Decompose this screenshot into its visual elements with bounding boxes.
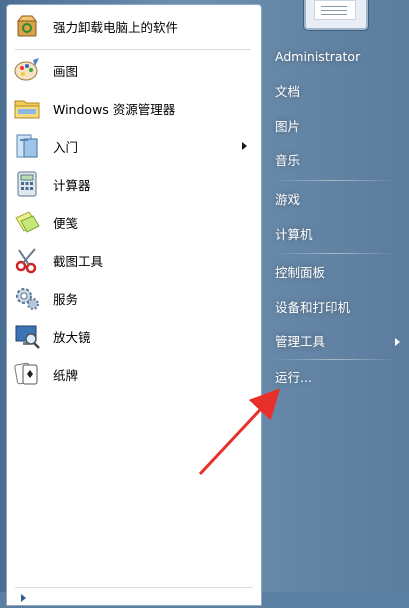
program-label: 纸牌 (53, 367, 79, 383)
places-panel: Administrator 文档 图片 音乐 游戏 计算机 控制面板 设备和打印… (262, 0, 409, 592)
menu-item-music[interactable]: 音乐 (268, 148, 409, 174)
menu-item-admin-tools[interactable]: 管理工具 (268, 329, 409, 355)
paint-palette-icon (14, 58, 39, 81)
menu-item-administrator[interactable]: Administrator (268, 44, 409, 70)
program-paint[interactable]: 画图 (11, 55, 255, 85)
program-getting-started[interactable]: 入门 (11, 131, 255, 161)
start-menu: 强力卸载电脑上的软件 画图 Windows 资源管理器 入门 计算器 便笺 截图… (0, 0, 409, 606)
program-label: 服务 (53, 291, 79, 307)
program-solitaire[interactable]: 纸牌 (11, 359, 255, 389)
program-label: 画图 (53, 63, 79, 79)
expand-arrow-icon (21, 594, 26, 602)
solitaire-cards-icon (14, 362, 38, 385)
menu-item-control-panel[interactable]: 控制面板 (268, 260, 409, 286)
submenu-arrow-icon (395, 338, 400, 346)
services-gears-icon (16, 288, 39, 310)
menu-separator (272, 253, 398, 254)
program-uninstaller[interactable]: 强力卸载电脑上的软件 (11, 11, 255, 41)
program-explorer[interactable]: Windows 资源管理器 (11, 93, 255, 123)
user-picture[interactable] (304, 0, 368, 30)
sticky-notes-icon (15, 211, 40, 233)
snipping-tool-icon (15, 248, 37, 274)
menu-separator (272, 359, 398, 360)
programs-panel: 强力卸载电脑上的软件 画图 Windows 资源管理器 入门 计算器 便笺 截图… (6, 4, 262, 606)
program-services[interactable]: 服务 (11, 283, 255, 313)
menu-item-run[interactable]: 运行... (268, 365, 409, 391)
calculator-icon (17, 171, 37, 197)
magnifier-icon (15, 325, 40, 349)
user-picture-image (314, 0, 356, 20)
uninstall-box-icon (16, 15, 38, 37)
getting-started-icon (16, 134, 38, 158)
menu-item-computer[interactable]: 计算机 (268, 222, 409, 248)
menu-item-documents[interactable]: 文档 (268, 79, 409, 105)
program-snipping-tool[interactable]: 截图工具 (11, 245, 255, 275)
menu-item-pictures[interactable]: 图片 (268, 114, 409, 140)
program-label: 截图工具 (53, 253, 104, 269)
program-label: 便笺 (53, 215, 79, 231)
program-label: 放大镜 (53, 329, 91, 345)
explorer-folder-icon (14, 100, 40, 119)
program-label: 计算器 (53, 177, 91, 193)
pinned-separator (15, 49, 251, 50)
submenu-arrow-icon (242, 142, 247, 150)
program-label: 入门 (53, 139, 79, 155)
menu-item-label: 管理工具 (275, 334, 326, 349)
program-label: Windows 资源管理器 (53, 101, 176, 117)
menu-item-devices-printers[interactable]: 设备和打印机 (268, 295, 409, 321)
menu-separator (272, 180, 398, 181)
program-label: 强力卸载电脑上的软件 (53, 19, 179, 35)
program-calculator[interactable]: 计算器 (11, 169, 255, 199)
program-sticky-notes[interactable]: 便笺 (11, 207, 255, 237)
all-programs-button[interactable] (15, 587, 253, 608)
program-magnifier[interactable]: 放大镜 (11, 321, 255, 351)
menu-item-games[interactable]: 游戏 (268, 187, 409, 213)
